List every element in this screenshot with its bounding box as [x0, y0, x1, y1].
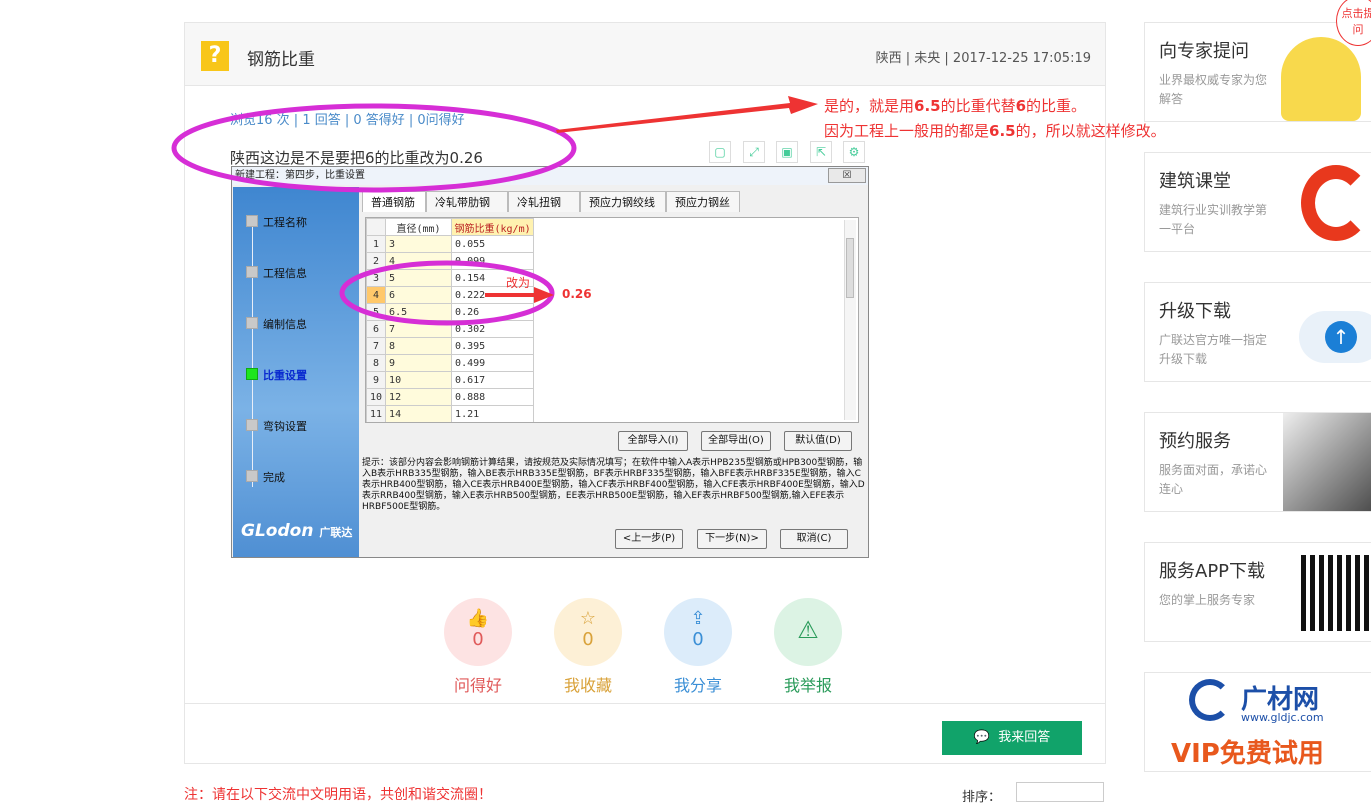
- sidebar-card-title: 升级下载: [1159, 301, 1231, 322]
- sidebar-card[interactable]: 建筑课堂建筑行业实训教学第一平台: [1144, 152, 1371, 252]
- sidebar-card[interactable]: 向专家提问业界最权威专家为您解答: [1144, 22, 1371, 122]
- sidebar-card-sub: 广联达官方唯一指定升级下载: [1159, 333, 1268, 366]
- classroom-logo-icon: [1301, 165, 1371, 241]
- sidebar-card[interactable]: 服务APP下载您的掌上服务专家: [1144, 542, 1371, 642]
- sidebar-card-sub: 建筑行业实训教学第一平台: [1159, 203, 1268, 236]
- footer-note: 注：请在以下交流中文明用语，共创和谐交流圈！: [184, 787, 492, 803]
- sidebar-card-title: 服务APP下载: [1159, 561, 1266, 582]
- sidebar-card[interactable]: 升级下载广联达官方唯一指定升级下载 ↑: [1144, 282, 1371, 382]
- cloud-download-icon: ↑: [1299, 311, 1371, 363]
- sort-select[interactable]: [1016, 782, 1104, 802]
- sidebar-card-sub: 业界最权威专家为您解答: [1159, 73, 1268, 106]
- sidebar-card-sub: 服务面对面，承诺心连心: [1159, 463, 1268, 496]
- promo-url: www.gldjc.com: [1241, 711, 1324, 724]
- qr-code: [1301, 555, 1371, 631]
- handshake-photo: [1283, 413, 1371, 511]
- sidebar-card[interactable]: 预约服务服务面对面，承诺心连心: [1144, 412, 1371, 512]
- promo-banner[interactable]: 广材网 www.gldjc.com VIP免费试用: [1144, 672, 1371, 772]
- expert-mascot-icon: [1281, 37, 1361, 121]
- gldjc-logo-icon: [1189, 679, 1231, 721]
- annotation-arrow-top: [556, 96, 818, 133]
- highlight-ellipse-question: [171, 103, 577, 193]
- sidebar-card-title: 预约服务: [1159, 431, 1231, 452]
- annotation-arrow-row: [485, 287, 554, 303]
- sidebar-card-title: 建筑课堂: [1159, 171, 1231, 192]
- promo-vip: VIP免费试用: [1171, 739, 1324, 769]
- sidebar-card-sub: 您的掌上服务专家: [1159, 593, 1256, 607]
- sidebar-card-title: 向专家提问: [1159, 41, 1249, 62]
- sort-label: 排序：: [962, 790, 1002, 805]
